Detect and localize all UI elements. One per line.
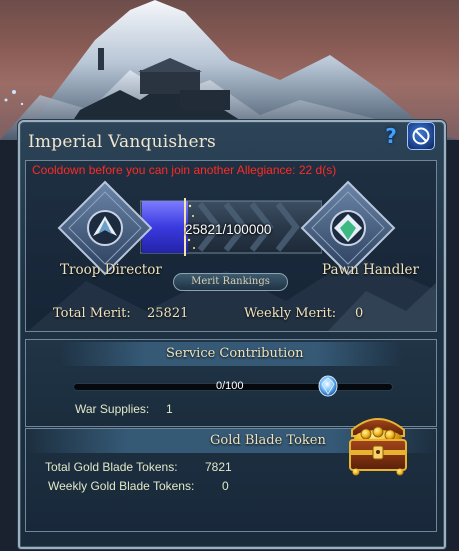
merit-rankings-button[interactable]: Merit Rankings	[173, 273, 288, 291]
war-supplies-value: 1	[166, 402, 173, 416]
total-gold-blade-label: Total Gold Blade Tokens:	[45, 460, 178, 474]
question-mark-icon[interactable]: ?	[380, 124, 402, 148]
war-supplies-label: War Supplies:	[75, 402, 150, 416]
mountain-banner-art	[0, 0, 459, 140]
gold-blade-token-title: Gold Blade Token	[210, 433, 326, 448]
current-rank-label: Troop Director	[60, 262, 162, 278]
weekly-gold-blade-label: Weekly Gold Blade Tokens:	[48, 479, 195, 493]
allegiance-window: Imperial Vanquishers ? Cooldown before y…	[0, 0, 459, 551]
total-gold-blade-value: 7821	[205, 460, 232, 474]
total-merit-label: Total Merit:	[53, 306, 131, 321]
merit-progress-text: 25821/100000	[185, 222, 272, 237]
cooldown-notice: Cooldown before you can join another All…	[32, 163, 337, 177]
next-rank-label: Pawn Handler	[322, 262, 419, 278]
weekly-gold-blade-value: 0	[222, 479, 229, 493]
weekly-merit-value: 0	[355, 306, 364, 321]
treasure-chest-icon	[349, 418, 407, 476]
total-merit-value: 25821	[147, 306, 189, 321]
no-entry-icon	[412, 127, 430, 145]
crystal-icon	[318, 375, 338, 397]
close-button[interactable]	[407, 122, 435, 150]
service-progress-text: 0/100	[216, 380, 244, 392]
weekly-merit-label: Weekly Merit:	[244, 306, 337, 321]
window-title: Imperial Vanquishers	[28, 132, 216, 152]
service-contribution-title: Service Contribution	[166, 346, 304, 361]
